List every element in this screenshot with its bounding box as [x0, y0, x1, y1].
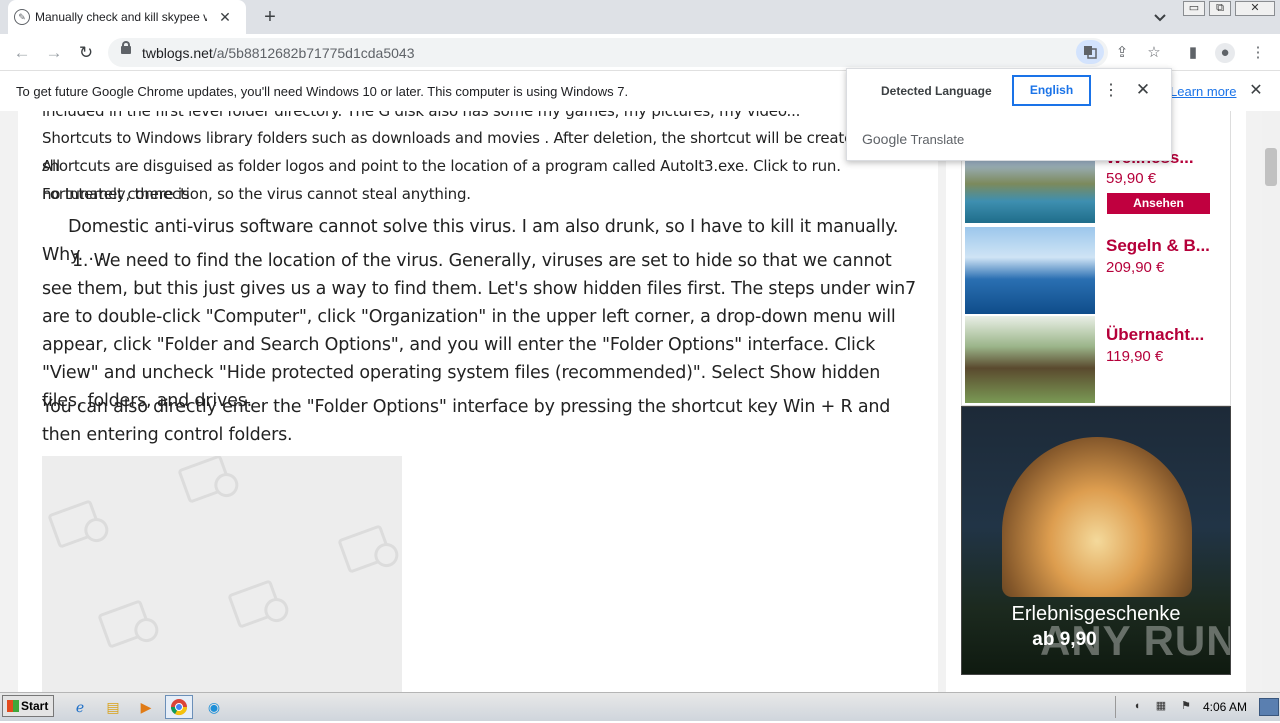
- brand-google: Google: [862, 131, 908, 147]
- tray-divider: [1115, 696, 1116, 718]
- back-arrow-icon[interactable]: ←: [11, 42, 33, 64]
- article-paragraph: You can also directly enter the "Folder …: [42, 397, 891, 445]
- start-label: Start: [21, 699, 49, 713]
- learn-more-link[interactable]: Learn more: [1170, 84, 1236, 99]
- banner-price: ab 9,90: [1032, 629, 1097, 650]
- site-favicon-icon: ✎: [14, 9, 30, 25]
- translate-icon[interactable]: [1076, 40, 1104, 64]
- forward-arrow-icon[interactable]: →: [43, 42, 65, 64]
- side-panel-icon[interactable]: ▮: [1183, 43, 1203, 63]
- tab-title[interactable]: Manually check and kill skypee virus: [35, 10, 207, 24]
- url-path: /a/5b8812682b71775d1cda5043: [212, 45, 415, 61]
- menu-kebab-icon[interactable]: ⋮: [1248, 43, 1268, 63]
- tab-search-chevron-icon[interactable]: [1151, 8, 1169, 26]
- banner-text: Erlebnisgeschenke: [1011, 603, 1181, 625]
- page-scrollbar[interactable]: [1262, 111, 1280, 692]
- ie-icon[interactable]: ℯ: [66, 695, 94, 719]
- ad-price: 59,90 €: [1106, 170, 1157, 187]
- image-placeholder: [42, 456, 402, 692]
- lock-icon[interactable]: [121, 46, 131, 54]
- new-tab-button[interactable]: +: [259, 6, 281, 28]
- image-placeholder-icon: [177, 456, 233, 504]
- dome-illustration: [1002, 437, 1192, 597]
- close-window-button[interactable]: ✕: [1235, 1, 1275, 16]
- edge-icon[interactable]: ◉: [200, 695, 228, 719]
- ad-title[interactable]: Übernacht...: [1106, 325, 1204, 345]
- bookmark-star-icon[interactable]: ☆: [1144, 43, 1164, 63]
- volume-icon[interactable]: ◖: [1129, 698, 1145, 714]
- tab-close-icon[interactable]: ✕: [216, 8, 234, 26]
- image-placeholder-icon: [47, 499, 103, 549]
- translate-close-icon[interactable]: ✕: [1134, 80, 1152, 100]
- share-icon[interactable]: ⇪: [1112, 43, 1132, 63]
- minimize-button[interactable]: ▭: [1183, 1, 1205, 16]
- url-host: twblogs.net: [142, 45, 213, 61]
- action-center-flag-icon[interactable]: ⚑: [1178, 698, 1194, 714]
- english-tab[interactable]: English: [1012, 75, 1091, 106]
- infobar-message: To get future Google Chrome updates, you…: [16, 84, 629, 99]
- clock[interactable]: 4:06 AM: [1203, 700, 1247, 714]
- ad-image-sailing[interactable]: [965, 227, 1095, 314]
- image-placeholder-icon: [227, 579, 283, 629]
- ad-banner[interactable]: ANY RUN Erlebnisgeschenke ab 9,90: [961, 406, 1231, 675]
- ad-price: 209,90 €: [1106, 259, 1165, 276]
- chrome-icon[interactable]: [165, 695, 193, 719]
- image-placeholder-icon: [337, 524, 393, 574]
- google-translate-brand: Google Translate: [862, 131, 964, 147]
- article-body: included in the first level folder direc…: [18, 111, 938, 692]
- translate-popup: [846, 68, 1172, 161]
- profile-avatar-icon[interactable]: ●: [1215, 43, 1235, 63]
- ad-image-barrel-sauna[interactable]: [965, 316, 1095, 403]
- scrollbar-thumb[interactable]: [1265, 148, 1277, 186]
- article-line: included in the first level folder direc…: [42, 111, 801, 120]
- network-icon[interactable]: ▦: [1153, 698, 1169, 714]
- restore-button[interactable]: ⧉: [1209, 1, 1231, 16]
- url-text[interactable]: twblogs.net/a/5b8812682b71775d1cda5043: [142, 45, 414, 61]
- article-paragraph: 1. We need to find the location of the v…: [42, 251, 916, 411]
- folder-icon[interactable]: ▤: [99, 695, 127, 719]
- brand-translate: Translate: [910, 132, 965, 147]
- infobar-close-icon[interactable]: ✕: [1247, 82, 1265, 100]
- show-desktop-button[interactable]: [1259, 698, 1279, 716]
- detected-language-tab[interactable]: Detected Language: [881, 84, 992, 98]
- translate-options-icon[interactable]: ⋮: [1103, 81, 1119, 101]
- reload-icon[interactable]: ↻: [75, 42, 97, 64]
- start-button[interactable]: Start: [2, 695, 54, 717]
- article-line: no Internet connection, so the virus can…: [42, 185, 471, 203]
- image-placeholder-icon: [97, 599, 153, 649]
- media-player-icon[interactable]: ▶: [132, 695, 160, 719]
- ad-title[interactable]: Segeln & B...: [1106, 236, 1210, 256]
- ad-price: 119,90 €: [1106, 348, 1164, 365]
- windows-flag-icon: [7, 700, 19, 712]
- ansehen-button[interactable]: Ansehen: [1107, 193, 1210, 214]
